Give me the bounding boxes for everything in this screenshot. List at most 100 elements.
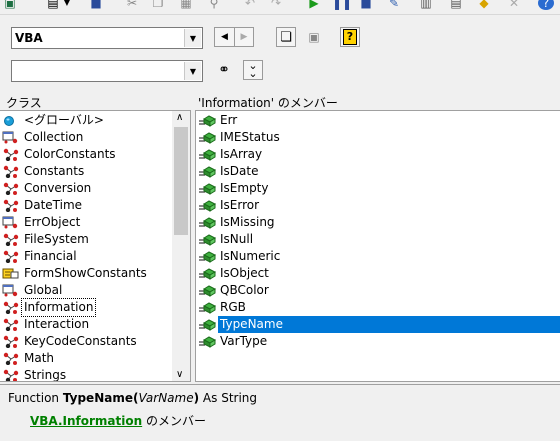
forward-arrow-icon: ▶ bbox=[240, 32, 248, 42]
class-list-item[interactable]: Global bbox=[0, 282, 172, 299]
class-list-item[interactable]: Information bbox=[0, 298, 172, 317]
copy-to-clipboard-button[interactable]: ❏ bbox=[276, 27, 296, 47]
class-label: Financial bbox=[24, 249, 77, 263]
class-list-item[interactable]: FormShowConstants bbox=[0, 265, 172, 282]
cut-icon[interactable]: ✂ bbox=[124, 0, 140, 10]
class-label: ErrObject bbox=[24, 215, 81, 229]
member-signature: Function TypeName(VarName) As String bbox=[8, 391, 257, 405]
module-icon bbox=[2, 148, 20, 162]
design-mode-icon[interactable]: ✎ bbox=[386, 0, 402, 10]
member-list-item[interactable]: Err bbox=[196, 112, 560, 129]
member-list-item[interactable]: IsEmpty bbox=[196, 180, 560, 197]
globe-icon bbox=[2, 114, 20, 127]
class-list-item[interactable]: FileSystem bbox=[0, 231, 172, 248]
scroll-down-icon[interactable]: ∨ bbox=[176, 369, 183, 380]
classes-scrollbar[interactable]: ∧ ∨ bbox=[172, 111, 190, 381]
search-button[interactable]: ⚭ bbox=[214, 60, 234, 80]
members-list[interactable]: Err IMEStatus IsArray IsDate IsEmpty IsError I… bbox=[195, 110, 560, 382]
method-icon bbox=[198, 335, 217, 348]
library-link[interactable]: VBA bbox=[30, 414, 58, 428]
class-list-item[interactable]: Constants bbox=[0, 163, 172, 180]
member-list-item[interactable]: VarType bbox=[196, 333, 560, 350]
forward-button[interactable]: ▶ bbox=[234, 27, 254, 47]
signature-name: TypeName bbox=[62, 391, 133, 405]
insert-module-icon[interactable]: ▤ bbox=[45, 0, 61, 10]
module-icon bbox=[2, 233, 20, 247]
module-icon bbox=[2, 369, 20, 381]
library-combo[interactable]: VBA ▼ bbox=[11, 27, 203, 49]
member-list-item[interactable]: QBColor bbox=[196, 282, 560, 299]
class-list-item[interactable]: Math bbox=[0, 350, 172, 367]
class-list-item[interactable]: ErrObject bbox=[0, 214, 172, 231]
chevron-down-icon[interactable]: ▼ bbox=[184, 29, 201, 47]
classes-list[interactable]: <グローバル> Collection ColorConstants Constants… bbox=[0, 110, 191, 382]
help-button[interactable]: ? bbox=[340, 27, 360, 47]
member-label: TypeName bbox=[218, 316, 560, 333]
class-label: Collection bbox=[24, 130, 84, 144]
save-icon[interactable]: ■ bbox=[88, 0, 104, 10]
class-list-item[interactable]: KeyCodeConstants bbox=[0, 333, 172, 350]
project-explorer-icon[interactable]: ▥ bbox=[418, 0, 434, 10]
class-list-item[interactable]: Strings bbox=[0, 367, 172, 381]
class-label: ColorConstants bbox=[24, 147, 116, 161]
class-list-item[interactable]: <グローバル> bbox=[0, 112, 172, 129]
member-label: IsArray bbox=[220, 147, 263, 161]
method-icon bbox=[198, 165, 217, 178]
view-definition-button[interactable]: ▣ bbox=[304, 27, 324, 47]
run-icon[interactable]: ▶ bbox=[306, 0, 322, 10]
redo-icon[interactable]: ↷ bbox=[268, 0, 284, 10]
class-label: KeyCodeConstants bbox=[24, 334, 137, 348]
method-icon bbox=[198, 301, 217, 314]
show-hide-results-button[interactable]: ⌄ ⌄ bbox=[243, 60, 263, 80]
standard-toolbar: ▣ ▤ ▼ ■ ✂ ❐ ▦ ⚲ ↶ ↷ ▶ ❚❚ ■ ✎ ▥ ▤ ◆ ✕ ? bbox=[0, 0, 560, 15]
excel-icon[interactable]: ▣ bbox=[2, 0, 18, 10]
member-list-item[interactable]: TypeName bbox=[196, 316, 560, 333]
class-link[interactable]: Information bbox=[63, 414, 143, 428]
signature-returns: As String bbox=[202, 391, 258, 405]
signature-keyword: Function bbox=[8, 391, 60, 405]
member-label: IsError bbox=[220, 198, 260, 212]
view-definition-icon: ▣ bbox=[308, 30, 320, 44]
method-icon bbox=[198, 318, 217, 331]
class-label: Global bbox=[24, 283, 63, 297]
member-list-item[interactable]: IsDate bbox=[196, 163, 560, 180]
member-list-item[interactable]: RGB bbox=[196, 299, 560, 316]
member-list-item[interactable]: IsMissing bbox=[196, 214, 560, 231]
binoculars-icon: ⚭ bbox=[218, 62, 230, 78]
toolbox-icon[interactable]: ✕ bbox=[506, 0, 522, 10]
class-list-item[interactable]: Interaction bbox=[0, 316, 172, 333]
dropdown-arrow-icon[interactable]: ▼ bbox=[62, 0, 72, 10]
find-icon[interactable]: ⚲ bbox=[206, 0, 222, 10]
reset-icon[interactable]: ■ bbox=[358, 0, 374, 10]
object-browser-icon[interactable]: ◆ bbox=[476, 0, 492, 10]
scroll-thumb[interactable] bbox=[174, 127, 188, 235]
break-icon[interactable]: ❚❚ bbox=[332, 0, 352, 10]
properties-icon[interactable]: ▤ bbox=[448, 0, 464, 10]
member-list-item[interactable]: IsNull bbox=[196, 231, 560, 248]
search-combo[interactable]: ▼ bbox=[11, 60, 203, 82]
module-icon bbox=[2, 165, 20, 179]
member-list-item[interactable]: IMEStatus bbox=[196, 129, 560, 146]
scroll-up-icon[interactable]: ∧ bbox=[176, 112, 183, 123]
class-list-item[interactable]: DateTime bbox=[0, 197, 172, 214]
undo-icon[interactable]: ↶ bbox=[242, 0, 258, 10]
back-button[interactable]: ◀ bbox=[214, 27, 234, 47]
member-label: IsDate bbox=[220, 164, 259, 178]
class-icon bbox=[2, 216, 20, 229]
class-label: Constants bbox=[24, 164, 85, 178]
paste-icon[interactable]: ▦ bbox=[178, 0, 194, 10]
class-list-item[interactable]: Collection bbox=[0, 129, 172, 146]
class-list-item[interactable]: ColorConstants bbox=[0, 146, 172, 163]
copy-icon[interactable]: ❐ bbox=[150, 0, 166, 10]
member-list-item[interactable]: IsObject bbox=[196, 265, 560, 282]
chevron-down-icon[interactable]: ▼ bbox=[184, 62, 201, 80]
details-pane: Function TypeName(VarName) As String VBA… bbox=[0, 384, 560, 441]
help-icon[interactable]: ? bbox=[538, 0, 554, 10]
class-list-item[interactable]: Conversion bbox=[0, 180, 172, 197]
class-list-item[interactable]: Financial bbox=[0, 248, 172, 265]
member-list-item[interactable]: IsNumeric bbox=[196, 248, 560, 265]
member-list-item[interactable]: IsArray bbox=[196, 146, 560, 163]
member-list-item[interactable]: IsError bbox=[196, 197, 560, 214]
class-label: Information bbox=[20, 298, 97, 317]
member-label: Err bbox=[220, 113, 238, 127]
